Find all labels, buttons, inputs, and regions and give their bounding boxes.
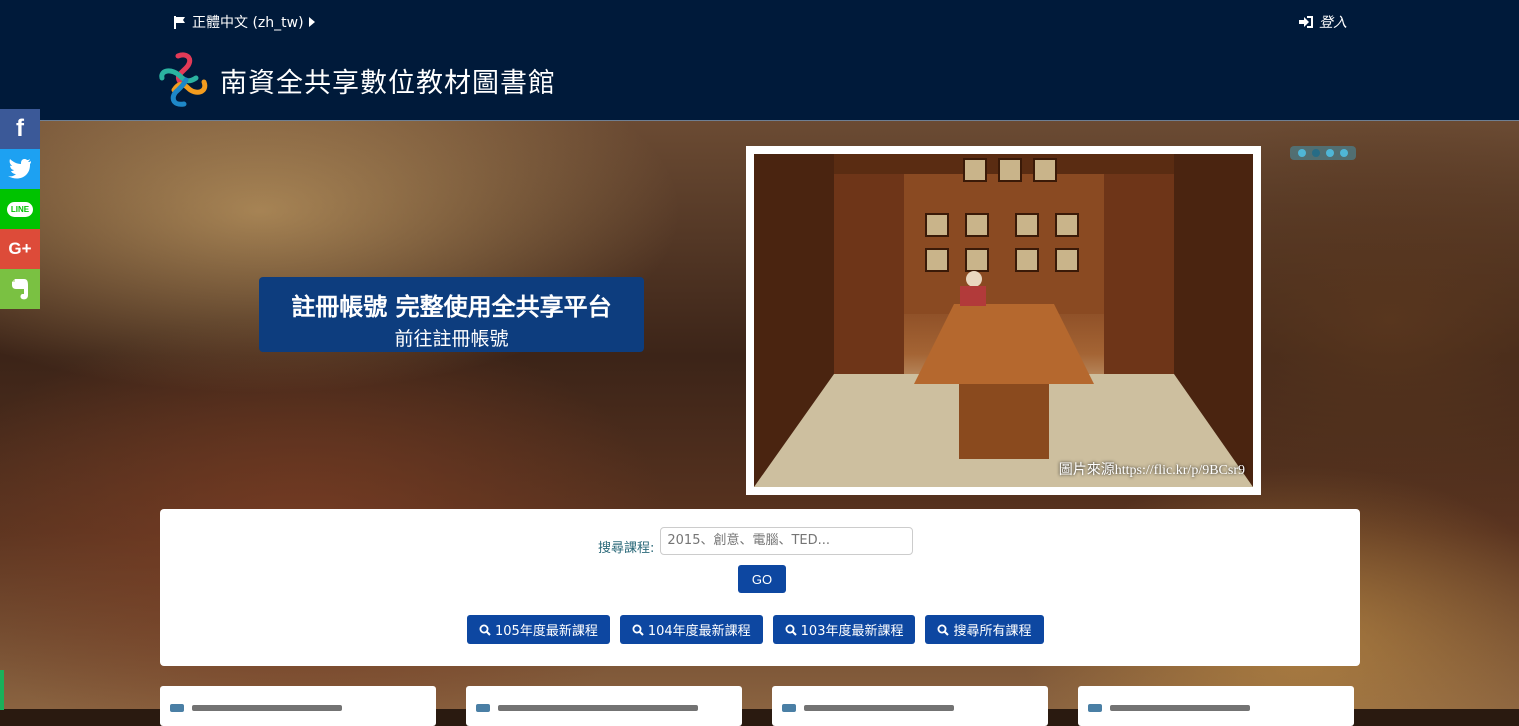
flag-icon [174,15,185,29]
card-icon [170,704,184,712]
carousel-dot[interactable] [1326,149,1334,157]
language-selector[interactable]: 正體中文 (zh_tw) [174,12,315,32]
photo-caption: 圖片來源https://flic.kr/p/9BCsr9 [1058,463,1245,478]
search-icon [937,624,950,636]
card-title-cropped [1110,705,1250,711]
top-header: 正體中文 (zh_tw) 登入 南資全共享數位教材圖書館 [0,0,1519,121]
course-search-panel: 搜尋課程: GO 105年度最新課程 104年度最新課程 103年度最新課程 搜… [160,509,1360,666]
carousel-dot[interactable] [1298,149,1306,157]
quick-link-label: 搜尋所有課程 [953,624,1032,639]
search-icon [632,624,644,636]
feature-card[interactable] [1078,686,1354,726]
card-title-cropped [192,705,342,711]
search-icon [785,624,797,636]
register-link[interactable]: 前往註冊帳號 [259,324,644,351]
feature-card[interactable] [772,686,1048,726]
card-icon [476,704,490,712]
card-icon [1088,704,1102,712]
library-illustration [754,154,1253,487]
site-brand[interactable]: 南資全共享數位教材圖書館 [158,52,556,108]
quick-link-label: 105年度最新課程 [495,624,598,639]
google-plus-share-button[interactable]: G+ [0,229,40,269]
twitter-share-button[interactable] [0,149,40,189]
google-plus-icon: G+ [8,239,32,258]
login-link[interactable]: 登入 [1299,12,1347,32]
facebook-icon: f [16,115,24,142]
quick-links: 105年度最新課程 104年度最新課程 103年度最新課程 搜尋所有課程 [467,615,1044,644]
register-title: 註冊帳號 完整使用全共享平台 [291,292,612,321]
register-banner[interactable]: 註冊帳號 完整使用全共享平台 前往註冊帳號 [259,277,644,352]
sign-in-icon [1299,16,1313,28]
carousel-dot[interactable] [1340,149,1348,157]
line-icon: LINE [6,201,34,217]
card-title-cropped [804,705,954,711]
quick-link-105[interactable]: 105年度最新課程 [467,615,610,644]
feature-cards [160,686,1354,726]
language-label: 正體中文 (zh_tw) [192,15,304,31]
line-share-button[interactable]: LINE [0,189,40,229]
evernote-icon [12,279,28,300]
evernote-share-button[interactable] [0,269,40,309]
social-share-bar: f LINE G+ [0,109,40,309]
feature-card[interactable] [160,686,436,726]
quick-link-label: 104年度最新課程 [647,624,751,639]
search-icon [479,624,491,636]
search-row: 搜尋課程: [598,525,914,556]
carousel-slide: 圖片來源https://flic.kr/p/9BCsr9 [746,146,1261,495]
site-logo [159,52,208,107]
carousel-indicators [1290,146,1356,160]
quick-link-label: 103年度最新課程 [800,624,904,639]
carousel-dot[interactable] [1312,149,1320,157]
site-title: 南資全共享數位教材圖書館 [220,67,556,99]
card-title-cropped [498,705,698,711]
facebook-share-button[interactable]: f [0,109,40,149]
card-icon [782,704,796,712]
side-tab[interactable] [0,670,4,710]
search-label: 搜尋課程: [598,541,655,556]
login-label: 登入 [1319,15,1347,31]
twitter-icon [8,159,31,179]
course-search-input[interactable] [660,526,914,555]
library-photo: 圖片來源https://flic.kr/p/9BCsr9 [754,154,1253,487]
feature-card[interactable] [466,686,742,726]
quick-link-103[interactable]: 103年度最新課程 [772,615,916,644]
go-button[interactable]: GO [738,565,786,593]
caret-right-icon [308,17,315,27]
quick-link-104[interactable]: 104年度最新課程 [619,615,763,644]
quick-link-all[interactable]: 搜尋所有課程 [925,615,1044,644]
